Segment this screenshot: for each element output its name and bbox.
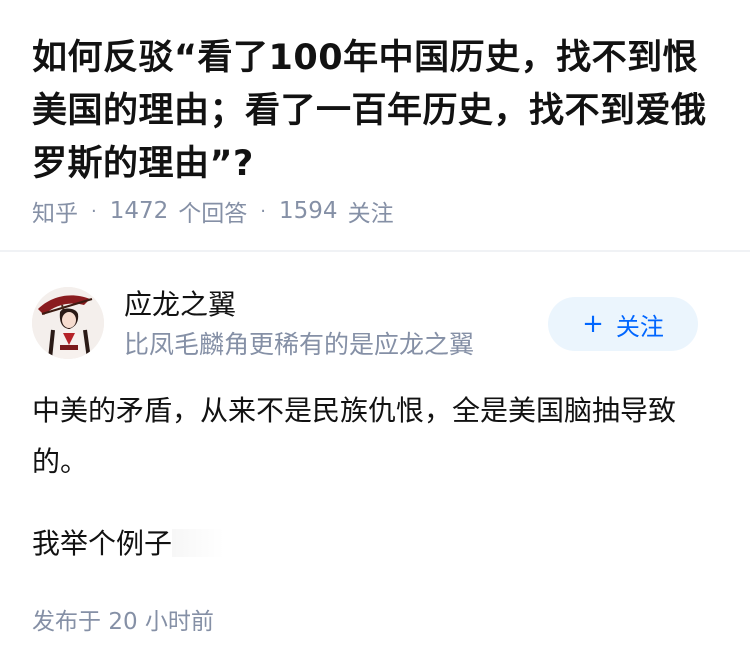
answer-count: 1472 <box>109 198 169 224</box>
content-fade-overlay <box>172 529 225 557</box>
author-avatar[interactable] <box>32 287 104 359</box>
publish-time: 20 小时前 <box>108 609 214 635</box>
meta-separator: · <box>91 200 97 222</box>
follower-count-label: 关注 <box>347 201 394 227</box>
answer-paragraph-1: 中美的矛盾，从来不是民族仇恨，全是美国脑抽导致的。 <box>32 394 677 478</box>
answer-paragraph-2: 我举个例子 <box>32 527 173 560</box>
answer-card: 应龙之翼 比凤毛麟角更稀有的是应龙之翼 + 关注 中美的矛盾，从来不是民族仇恨，… <box>0 252 750 672</box>
author-bio: 比凤毛麟角更稀有的是应龙之翼 <box>124 330 475 359</box>
answer-count-label: 个回答 <box>178 201 248 227</box>
question-meta: 知乎 · 1472 个回答 · 1594 关注 <box>32 194 394 228</box>
plus-icon: + <box>582 309 604 339</box>
question-header: 如何反驳“看了100年中国历史，找不到恨美国的理由；看了一百年历史，找不到爱俄罗… <box>0 0 750 250</box>
question-title[interactable]: 如何反驳“看了100年中国历史，找不到恨美国的理由；看了一百年历史，找不到爱俄罗… <box>32 32 722 191</box>
source-label[interactable]: 知乎 <box>32 194 78 228</box>
avatar-illustration-icon <box>32 287 104 359</box>
follow-button-label: 关注 <box>615 312 664 341</box>
answer-paragraph-2-row: 我举个例子 <box>32 518 712 569</box>
follower-count: 1594 <box>279 198 338 224</box>
answer-content[interactable]: 中美的矛盾，从来不是民族仇恨，全是美国脑抽导致的。 我举个例子 <box>32 385 712 569</box>
meta-separator: · <box>260 200 267 222</box>
follow-button[interactable]: + 关注 <box>548 297 698 351</box>
author-name[interactable]: 应龙之翼 <box>124 286 236 324</box>
publish-time-prefix: 发布于 <box>32 609 101 635</box>
publish-time-row: 发布于 20 小时前 <box>32 607 214 637</box>
